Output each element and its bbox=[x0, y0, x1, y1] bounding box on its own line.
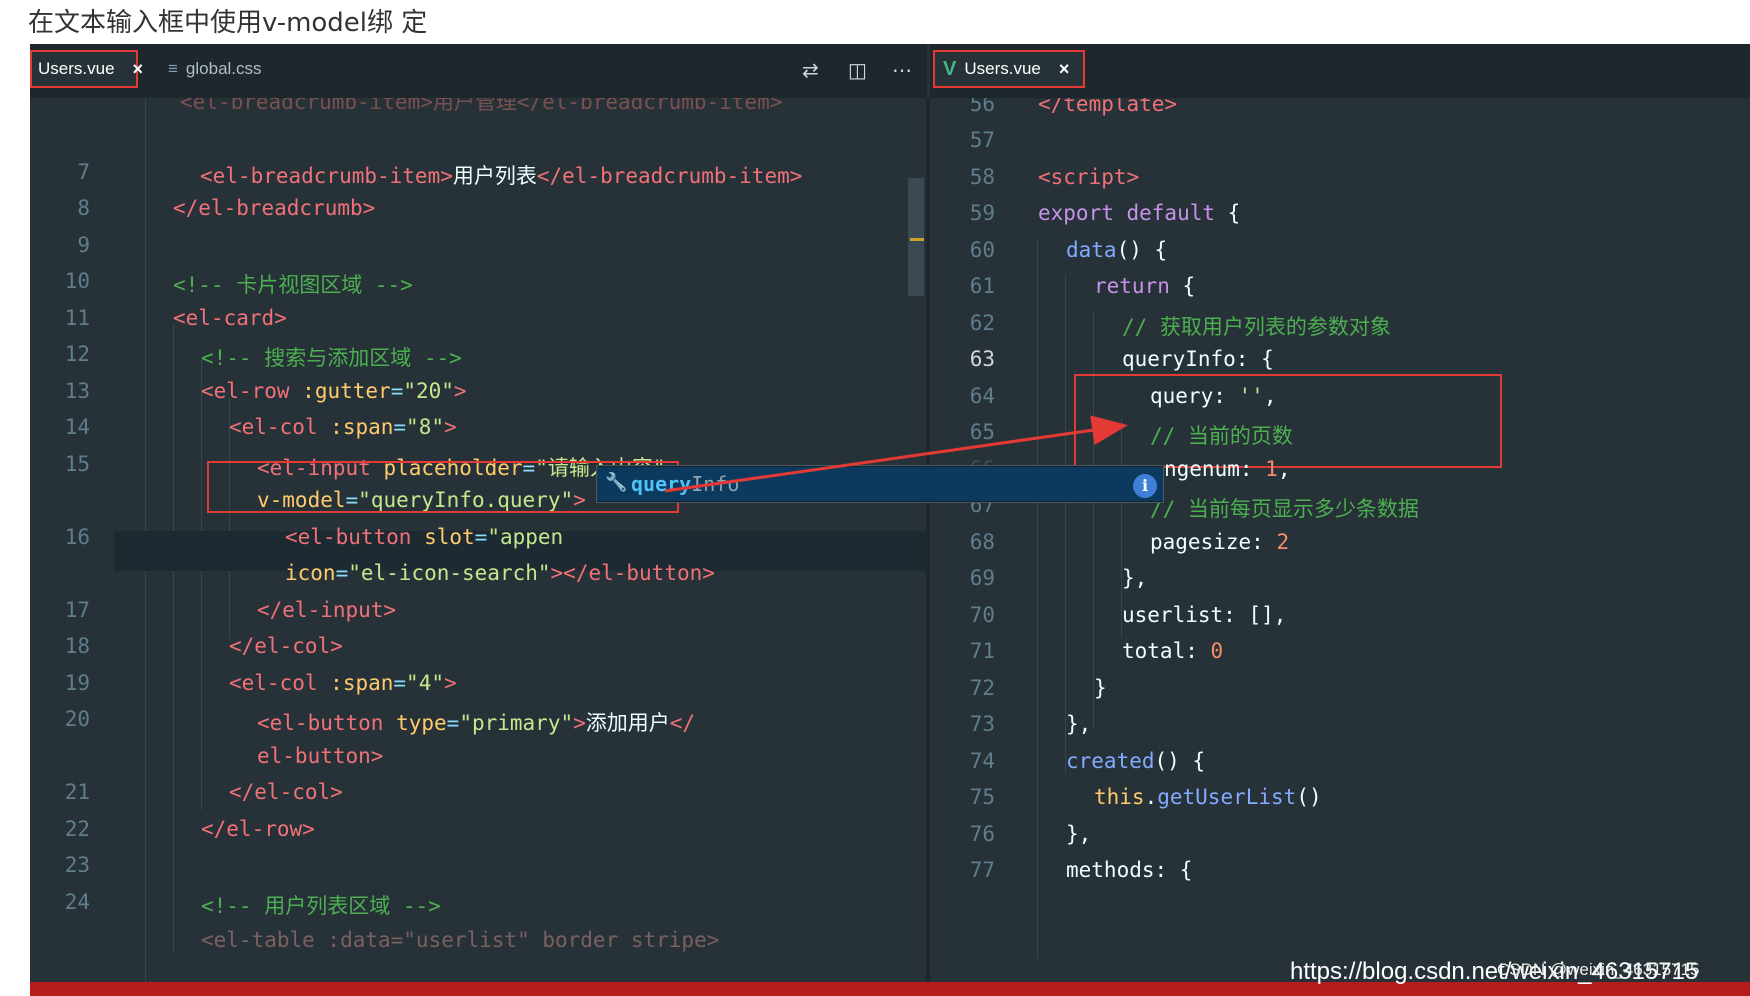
watermark-user: CSDN @weixin_46315715 bbox=[1497, 960, 1700, 979]
annotation-arrow bbox=[664, 415, 1128, 493]
